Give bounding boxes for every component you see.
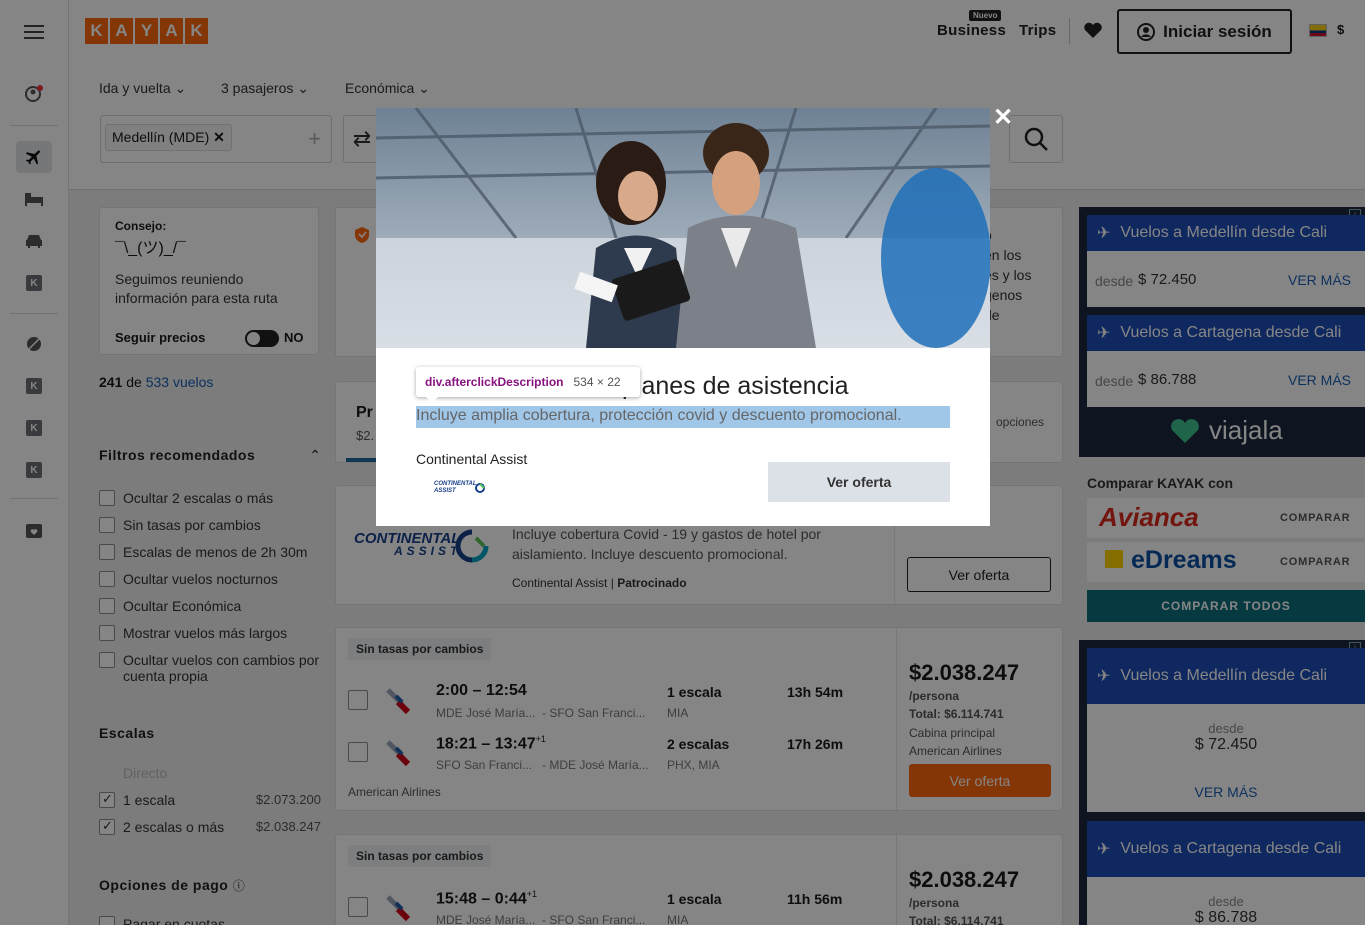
tooltip-tag: div xyxy=(425,375,442,389)
continental-logo-mark-icon xyxy=(475,483,485,493)
tooltip-size: 534 × 22 xyxy=(573,375,621,389)
tooltip-class: .afterclickDescription xyxy=(441,375,564,389)
travelers-photo xyxy=(376,108,990,348)
modal-title: planes de asistencia xyxy=(622,372,849,400)
assistance-plans-modal: planes de asistencia Incluye amplia cobe… xyxy=(376,108,990,526)
provider-logo-text: CONTINENTAL ASSIST xyxy=(434,481,477,494)
modal-description: Incluye amplia cobertura, protección cov… xyxy=(416,406,950,428)
devtools-inspect-tooltip: div.afterclickDescription 534 × 22 xyxy=(416,367,640,403)
provider-logo: CONTINENTAL ASSIST xyxy=(434,481,486,495)
close-icon[interactable]: ✕ xyxy=(990,104,1016,131)
modal-view-offer-button[interactable]: Ver oferta xyxy=(768,462,950,502)
modal-provider: Continental Assist xyxy=(416,451,528,467)
